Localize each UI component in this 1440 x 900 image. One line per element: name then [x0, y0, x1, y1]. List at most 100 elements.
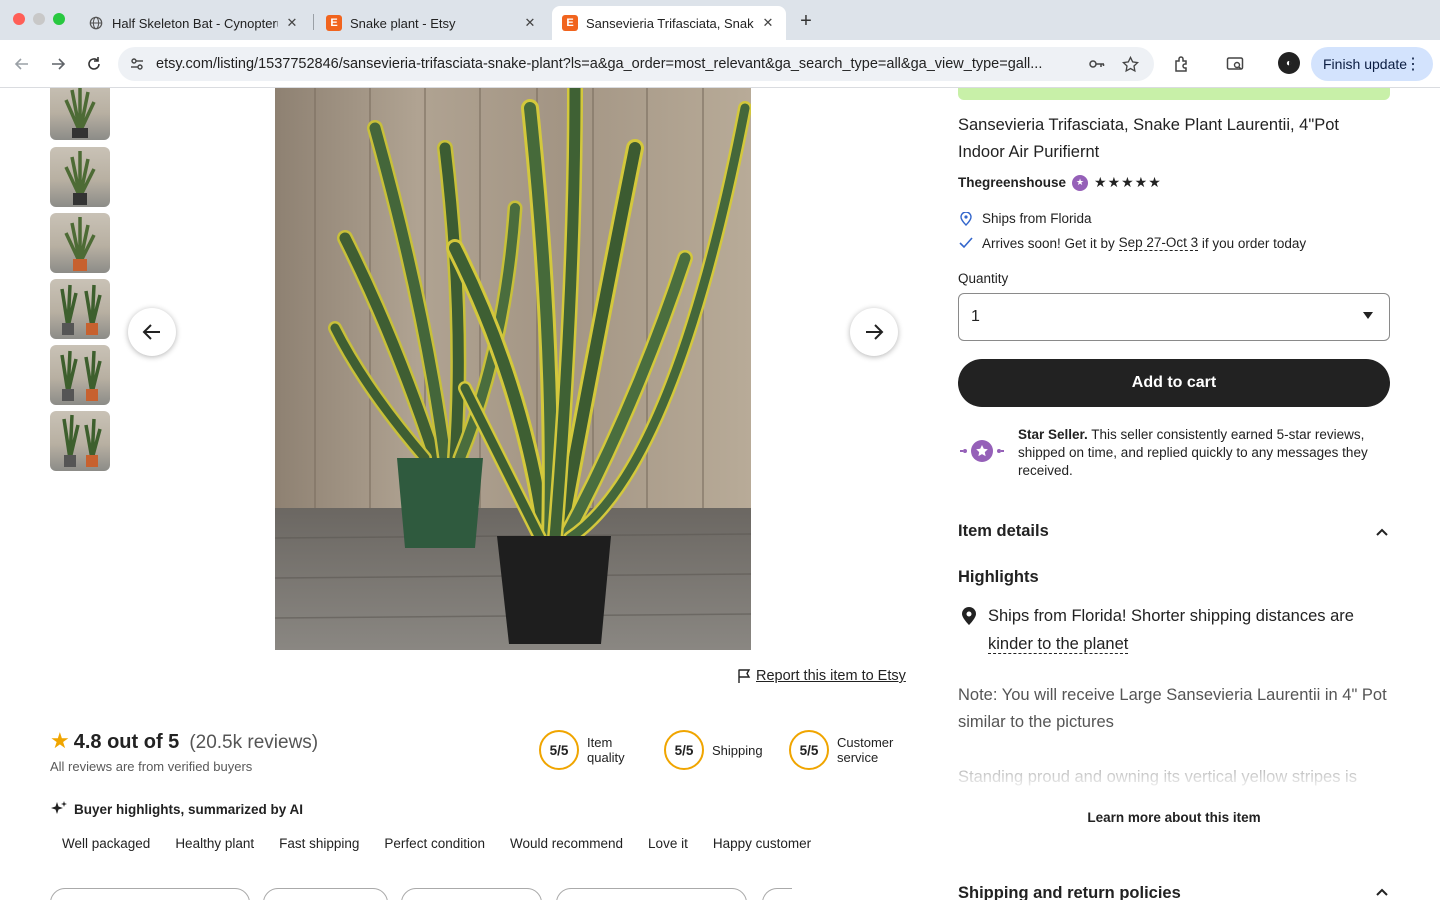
ai-heading-text: Buyer highlights, summarized by AI [74, 801, 304, 817]
shop-rating-stars[interactable]: ★★★★★ [1094, 174, 1162, 191]
star-seller-badge-icon: ★ [1072, 174, 1089, 191]
star-seller-title: Star Seller. [1018, 427, 1088, 442]
browser-tab-strip: Half Skeleton Bat - Cynopterus ✕ E Snake… [0, 0, 1440, 40]
score-value: 5/5 [539, 730, 579, 770]
highlights-heading: Highlights [958, 568, 1039, 586]
browser-tab-active[interactable]: E Sansevieria Trifasciata, Snake ✕ [552, 6, 786, 40]
highlight-chip[interactable]: Fast shipping [267, 832, 371, 855]
promo-banner [958, 88, 1390, 100]
highlight-text-main: Ships from Florida! Shorter shipping dis… [988, 607, 1354, 625]
filter-pill[interactable] [263, 888, 388, 900]
score-label: Customer service [837, 735, 893, 765]
profile-avatar[interactable]: ◐ [1278, 52, 1300, 74]
highlight-chip[interactable]: Well packaged [50, 832, 162, 855]
back-icon[interactable] [10, 52, 34, 76]
close-window-button[interactable] [13, 13, 25, 25]
highlight-chips: Well packaged Healthy plant Fast shippin… [50, 832, 824, 855]
arrival-dates[interactable]: Sep 27-Oct 3 [1118, 235, 1199, 251]
url-text[interactable]: etsy.com/listing/1537752846/sansevieria-… [156, 56, 1074, 72]
filter-pill[interactable] [50, 888, 250, 900]
close-tab-icon[interactable]: ✕ [760, 15, 776, 31]
report-item-link[interactable]: Report this item to Etsy [736, 668, 906, 684]
caret-down-icon [1363, 312, 1373, 319]
gallery-thumbnail[interactable] [50, 345, 110, 405]
shop-name-link[interactable]: Thegreenshouse [958, 175, 1066, 190]
gallery-thumbnail[interactable] [50, 411, 110, 471]
item-details-toggle[interactable]: Item details [958, 522, 1390, 541]
finish-update-label: Finish update [1323, 56, 1408, 72]
ships-from-text: Ships from Florida [982, 211, 1092, 226]
score-value: 5/5 [789, 730, 829, 770]
highlight-chip[interactable]: Happy customer [701, 832, 823, 855]
review-count[interactable]: (20.5k reviews) [189, 732, 318, 754]
globe-icon [88, 15, 104, 31]
highlight-chip[interactable]: Love it [636, 832, 700, 855]
highlight-chip[interactable]: Would recommend [498, 832, 635, 855]
filter-pill[interactable] [762, 888, 792, 900]
quantity-value: 1 [971, 308, 980, 325]
filter-pill[interactable] [556, 888, 747, 900]
reload-icon[interactable] [82, 52, 106, 76]
minimize-window-button[interactable] [33, 13, 45, 25]
tab-search-icon[interactable] [1225, 54, 1245, 74]
shipping-policies-toggle[interactable]: Shipping and return policies [958, 884, 1390, 900]
highlight-chip[interactable]: Healthy plant [163, 832, 266, 855]
score-label-line: Shipping [712, 742, 763, 758]
item-details-label: Item details [958, 522, 1049, 540]
tab-separator [313, 14, 314, 30]
site-settings-icon[interactable] [128, 55, 146, 73]
new-tab-button[interactable]: + [794, 9, 818, 33]
finish-update-button[interactable]: Finish update ⋮ [1311, 47, 1433, 81]
etsy-icon: E [326, 15, 342, 31]
score-item-quality: 5/5 Item quality [539, 730, 625, 770]
key-icon[interactable] [1088, 55, 1106, 73]
flag-icon [738, 669, 751, 683]
quantity-select[interactable]: 1 [958, 293, 1390, 341]
filter-pill[interactable] [401, 888, 542, 900]
highlight-chip[interactable]: Perfect condition [372, 832, 497, 855]
maximize-window-button[interactable] [53, 13, 65, 25]
description-preview: Standing proud and owning its vertical y… [958, 764, 1390, 804]
gallery-thumbnail[interactable] [50, 88, 110, 140]
gallery-thumbnail[interactable] [50, 279, 110, 339]
verified-buyers-note: All reviews are from verified buyers [50, 759, 253, 774]
add-to-cart-button[interactable]: Add to cart [958, 359, 1390, 407]
star-seller-text: Star Seller. This seller consistently ea… [1018, 426, 1394, 480]
forward-icon[interactable] [46, 52, 70, 76]
gallery-thumbnail[interactable] [50, 213, 110, 273]
kinder-to-planet-link[interactable]: kinder to the planet [988, 635, 1129, 654]
score-label: Shipping [712, 743, 763, 758]
checkmark-icon [958, 237, 974, 249]
main-product-image[interactable] [275, 88, 751, 650]
tab-title: Half Skeleton Bat - Cynopterus [112, 15, 278, 31]
bookmark-star-icon[interactable] [1121, 55, 1139, 73]
browser-toolbar: etsy.com/listing/1537752846/sansevieria-… [0, 40, 1440, 88]
close-tab-icon[interactable]: ✕ [522, 15, 538, 31]
arrival-suffix: if you order today [1198, 235, 1307, 251]
arrow-right-icon [866, 324, 884, 340]
description-preview-text: Standing proud and owning its vertical y… [958, 768, 1357, 786]
address-bar[interactable]: etsy.com/listing/1537752846/sansevieria-… [118, 47, 1154, 81]
arrival-prefix: Arrives soon! Get it by [982, 235, 1119, 251]
more-menu-icon[interactable]: ⋮ [1405, 54, 1421, 74]
score-label-line: quality [587, 750, 625, 765]
browser-tab-snake-plant[interactable]: E Snake plant - Etsy ✕ [316, 6, 548, 40]
tab-title: Snake plant - Etsy [350, 15, 456, 31]
close-tab-icon[interactable]: ✕ [284, 15, 300, 31]
ships-from-row: Ships from Florida [958, 211, 1092, 226]
arrow-left-icon [142, 324, 160, 340]
quantity-label: Quantity [958, 271, 1009, 286]
rating-summary: ★ 4.8 out of 5 (20.5k reviews) [50, 728, 318, 754]
extensions-icon[interactable] [1172, 54, 1192, 74]
gallery-thumbnail[interactable] [50, 147, 110, 207]
previous-image-button[interactable] [128, 308, 176, 356]
learn-more-button[interactable]: Learn more about this item [958, 810, 1390, 825]
score-label-line: Item [587, 735, 613, 750]
sparkle-icon [51, 801, 67, 814]
browser-tab-bat[interactable]: Half Skeleton Bat - Cynopterus ✕ [78, 6, 310, 40]
shipping-policies-label: Shipping and return policies [958, 884, 1181, 900]
score-label-line: Customer [837, 735, 894, 750]
next-image-button[interactable] [850, 308, 898, 356]
item-note: Note: You will receive Large Sansevieria… [958, 686, 1387, 731]
highlight-text: Ships from Florida! Shorter shipping dis… [988, 602, 1390, 658]
